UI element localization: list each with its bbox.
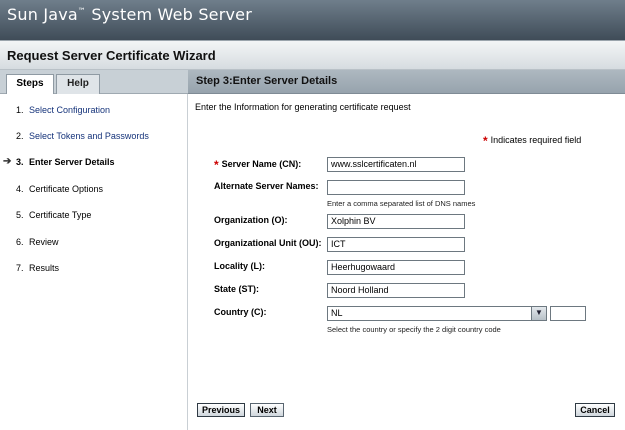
server-name-label: * Server Name (CN):	[214, 158, 301, 172]
server-name-input[interactable]: www.sslcertificaten.nl	[327, 157, 465, 172]
step-certificate-type: 5. Certificate Type	[0, 207, 188, 223]
next-button[interactable]: Next	[250, 403, 284, 417]
brand-name-rest: System Web Server	[86, 5, 252, 24]
alternate-names-help: Enter a comma separated list of DNS name…	[327, 199, 476, 208]
step-label: Enter Server Details	[29, 157, 115, 167]
server-name-label-text: Server Name (CN):	[221, 159, 302, 169]
step-review: 6. Review	[0, 234, 188, 250]
tab-steps[interactable]: Steps	[6, 74, 54, 94]
tab-bar: Steps Help	[0, 70, 188, 94]
step-number: 3.	[16, 157, 24, 167]
required-note-text: Indicates required field	[490, 135, 582, 145]
required-star-icon: *	[214, 158, 219, 172]
step-label: Certificate Type	[29, 210, 92, 220]
step-number: 5.	[16, 210, 24, 220]
organization-label: Organization (O):	[214, 215, 288, 225]
instruction-text: Enter the Information for generating cer…	[195, 102, 411, 112]
step-number: 6.	[16, 237, 24, 247]
required-field-note: * Indicates required field	[483, 134, 581, 148]
country-code-input[interactable]	[550, 306, 586, 321]
alternate-names-input[interactable]	[327, 180, 465, 195]
organization-input[interactable]: Xolphin BV	[327, 214, 465, 229]
step-select-tokens[interactable]: 2. Select Tokens and Passwords	[0, 128, 188, 144]
country-selected-value: NL	[331, 308, 343, 318]
step-label: Results	[29, 263, 60, 273]
cancel-button[interactable]: Cancel	[575, 403, 615, 417]
locality-input[interactable]: Heerhugowaard	[327, 260, 465, 275]
step-number: 7.	[16, 263, 24, 273]
wizard-titlebar: Request Server Certificate Wizard	[0, 40, 625, 70]
country-help: Select the country or specify the 2 digi…	[327, 325, 501, 334]
app-header: Sun Java™ System Web Server	[0, 0, 625, 40]
step-link[interactable]: Select Tokens and Passwords	[29, 128, 149, 144]
step-header: Step 3:Enter Server Details	[188, 70, 625, 94]
step-label: Review	[29, 237, 59, 247]
required-star-icon: *	[483, 134, 488, 148]
wizard-title: Request Server Certificate Wizard	[7, 48, 216, 63]
step-number: 4.	[16, 184, 24, 194]
app-title: Sun Java™ System Web Server	[7, 5, 252, 24]
step-number: 2.	[16, 131, 24, 141]
trademark-mark: ™	[77, 6, 87, 16]
country-label: Country (C):	[214, 307, 267, 317]
previous-button[interactable]: Previous	[197, 403, 245, 417]
alternate-names-label: Alternate Server Names:	[214, 181, 319, 191]
step-number: 1.	[16, 105, 24, 115]
chevron-down-icon: ▼	[535, 308, 543, 317]
current-step-arrow-icon: ➔	[3, 156, 12, 167]
steps-pane: Steps Help 1. Select Configuration 2. Se…	[0, 70, 188, 430]
content-pane: Step 3:Enter Server Details Enter the In…	[188, 70, 625, 430]
tab-help[interactable]: Help	[56, 74, 100, 94]
step-results: 7. Results	[0, 260, 188, 276]
step-link[interactable]: Select Configuration	[29, 102, 110, 118]
step-heading: Step 3:Enter Server Details	[196, 75, 338, 87]
dropdown-button[interactable]: ▼	[531, 307, 546, 320]
step-certificate-options: 4. Certificate Options	[0, 181, 188, 197]
step-label: Certificate Options	[29, 184, 104, 194]
brand-name: Sun Java	[7, 5, 78, 24]
state-label: State (ST):	[214, 284, 259, 294]
country-select[interactable]: NL ▼	[327, 306, 547, 321]
state-input[interactable]: Noord Holland	[327, 283, 465, 298]
org-unit-label: Organizational Unit (OU):	[214, 238, 322, 248]
locality-label: Locality (L):	[214, 261, 265, 271]
org-unit-input[interactable]: ICT	[327, 237, 465, 252]
step-select-configuration[interactable]: 1. Select Configuration	[0, 102, 188, 118]
step-enter-server-details: ➔ 3. Enter Server Details	[0, 154, 188, 170]
